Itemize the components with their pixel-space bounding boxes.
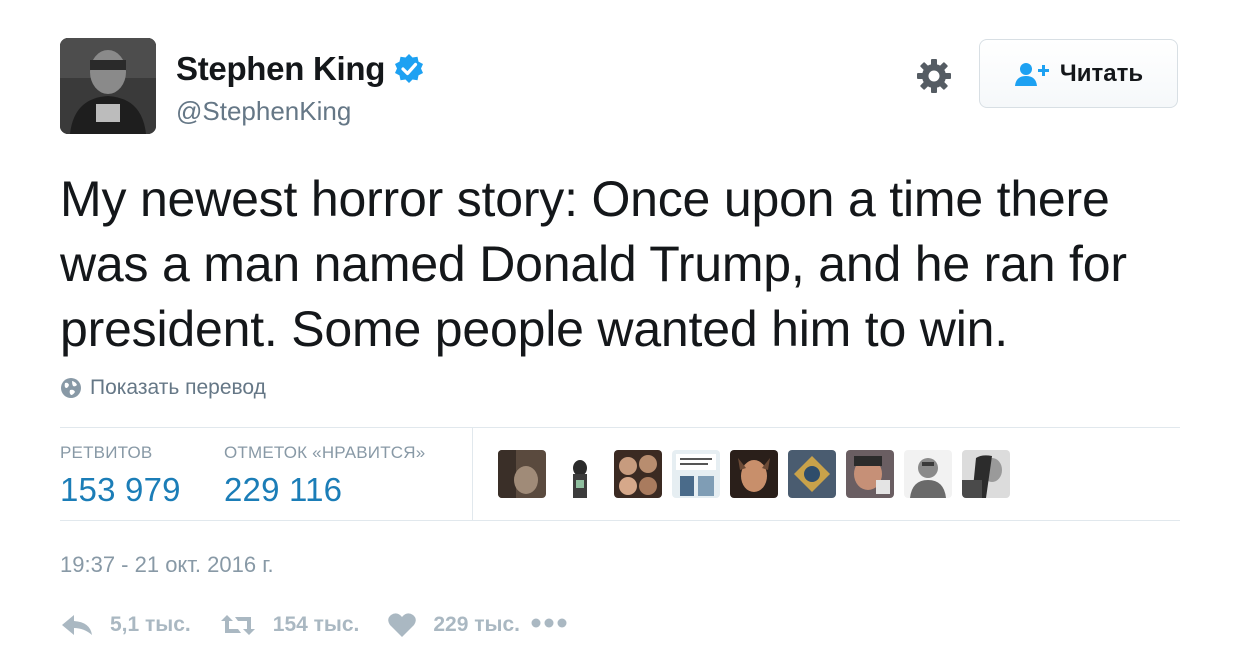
retweets-value: 153 979 (60, 471, 181, 508)
follow-label: Читать (1059, 59, 1144, 87)
like-button[interactable]: 229 тыс. (387, 612, 520, 638)
divider (472, 428, 473, 520)
author-handle[interactable]: @StephenKing (176, 96, 351, 127)
liker-avatar[interactable] (730, 450, 778, 498)
avatar[interactable] (60, 38, 156, 134)
liker-avatar[interactable] (788, 450, 836, 498)
reply-icon (62, 615, 92, 635)
liker-avatar[interactable] (904, 450, 952, 498)
retweets-label: РЕТВИТОВ (60, 443, 153, 462)
follow-button[interactable]: Читать (979, 39, 1178, 108)
globe-icon (60, 377, 82, 399)
likes-value: 229 116 (224, 471, 343, 508)
translate-link[interactable]: Показать перевод (60, 376, 266, 400)
verified-badge-icon (393, 53, 425, 85)
tweet-text: My newest horror story: Once upon a time… (60, 171, 1127, 357)
liker-avatar[interactable] (614, 450, 662, 498)
heart-icon (388, 613, 417, 637)
divider (60, 427, 1180, 428)
more-icon[interactable] (530, 616, 568, 634)
retweet-count: 154 тыс. (272, 613, 360, 636)
likes-stat[interactable]: ОТМЕТОК «НРАВИТСЯ» 229 116 (224, 443, 425, 509)
translate-label: Показать перевод (90, 376, 266, 399)
gear-icon[interactable] (914, 56, 954, 96)
retweets-stat[interactable]: РЕТВИТОВ 153 979 (60, 443, 181, 509)
add-user-icon (1014, 61, 1052, 87)
retweet-icon (220, 615, 255, 635)
tweet-actions: 5,1 тыс. 154 тыс. 229 тыс. (60, 612, 568, 638)
liker-avatar[interactable] (846, 450, 894, 498)
retweet-button[interactable]: 154 тыс. (219, 613, 360, 637)
like-count: 229 тыс. (433, 613, 520, 636)
liker-avatar[interactable] (556, 450, 604, 498)
divider (60, 520, 1180, 521)
likers-list (498, 450, 1020, 498)
tweet-timestamp[interactable]: 19:37 - 21 окт. 2016 г. (60, 552, 274, 578)
reply-button[interactable]: 5,1 тыс. (60, 613, 191, 637)
liker-avatar[interactable] (498, 450, 546, 498)
likes-label: ОТМЕТОК «НРАВИТСЯ» (224, 443, 426, 462)
liker-avatar[interactable] (962, 450, 1010, 498)
author-name[interactable]: Stephen King (176, 50, 385, 88)
reply-count: 5,1 тыс. (110, 613, 191, 636)
liker-avatar[interactable] (672, 450, 720, 498)
